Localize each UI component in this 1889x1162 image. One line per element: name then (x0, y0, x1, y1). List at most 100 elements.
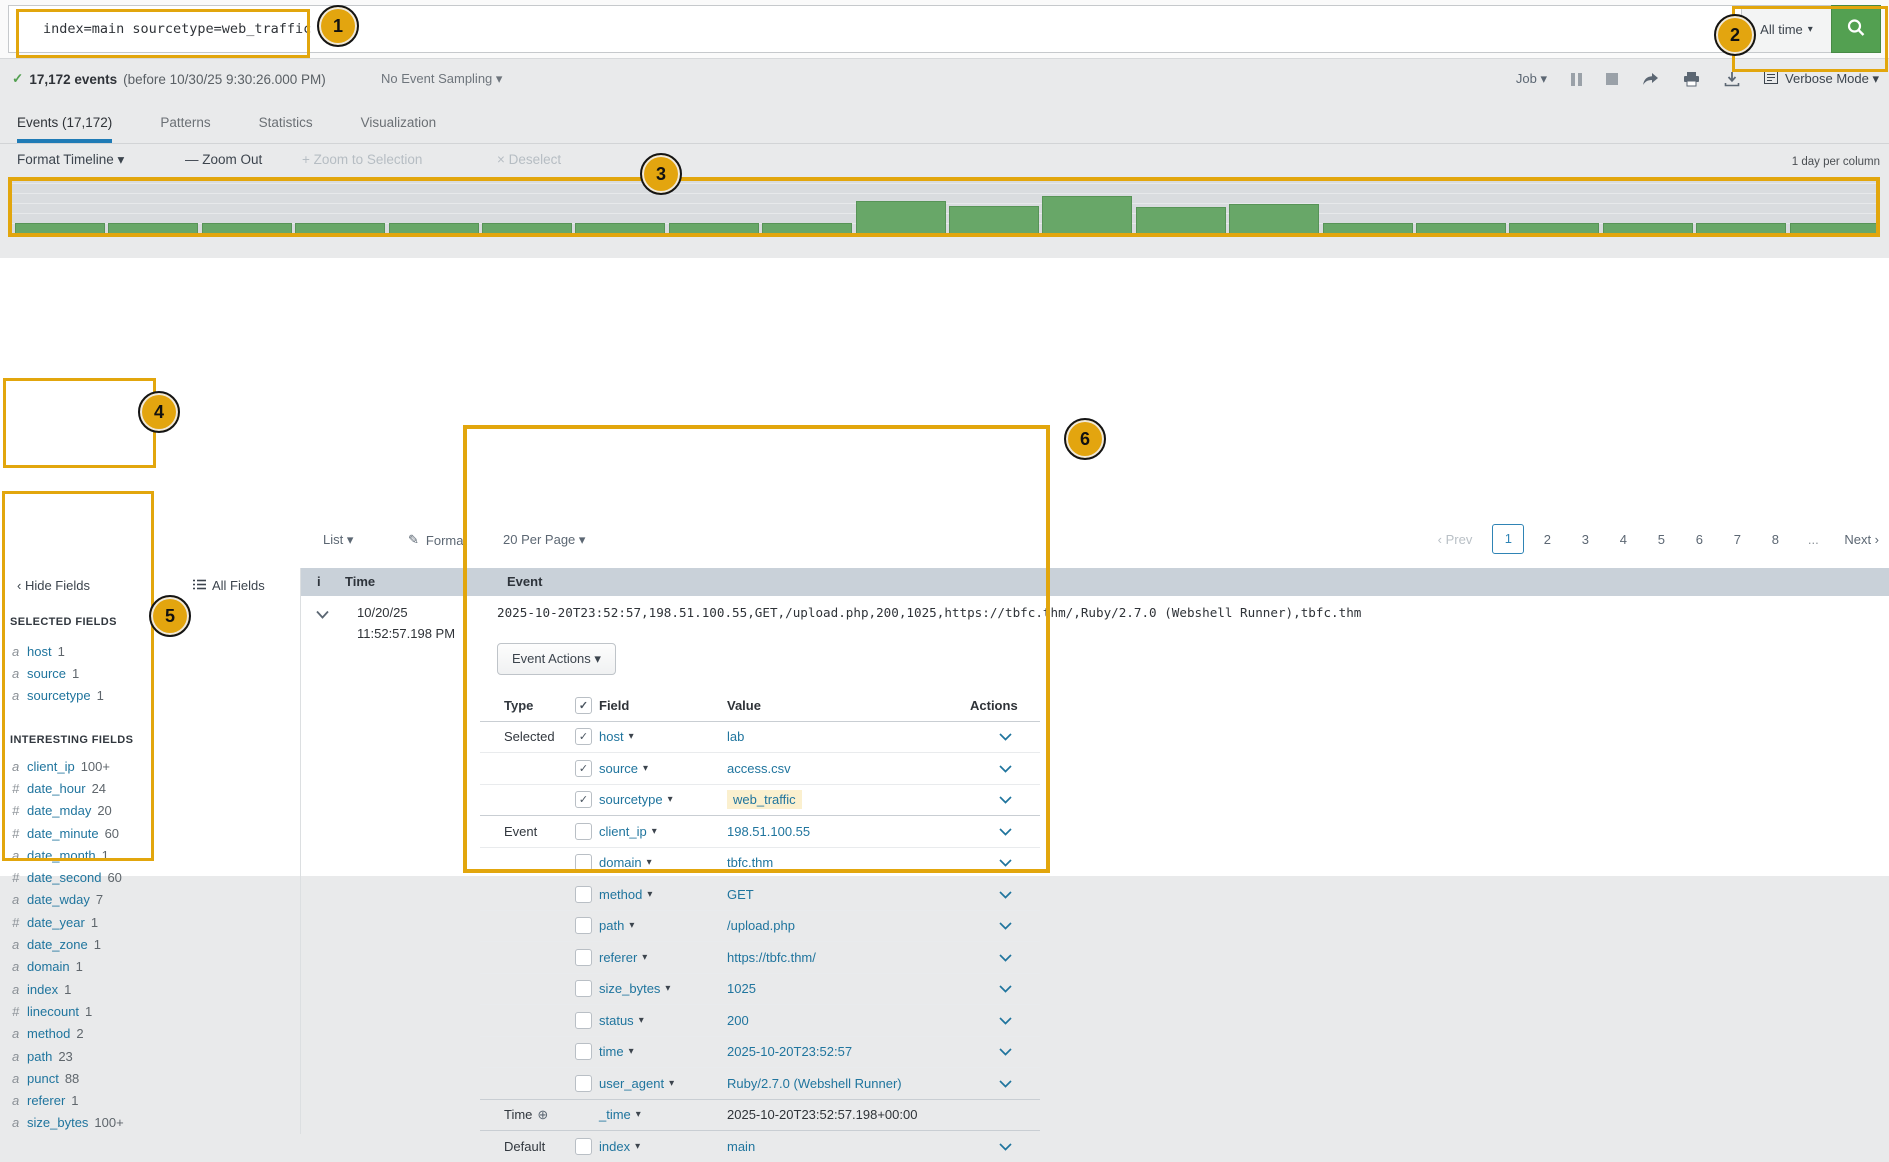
format-button[interactable]: ✎ Format (408, 532, 467, 548)
field-actions-host[interactable] (970, 729, 1040, 744)
timeline-bar-16[interactable] (1416, 223, 1506, 233)
field-link-path[interactable]: path (27, 1049, 52, 1064)
time-range-picker[interactable]: All time ▾ (1741, 5, 1832, 53)
actions-chevron-icon[interactable] (999, 792, 1012, 807)
timeline-bar-15[interactable] (1323, 223, 1413, 233)
field-actions-client_ip[interactable] (970, 824, 1040, 839)
deselect-button[interactable]: × Deselect (497, 145, 561, 175)
field-link-punct[interactable]: punct (27, 1071, 59, 1086)
timeline-bar-10[interactable] (856, 201, 946, 233)
checkbox-size_bytes[interactable] (575, 980, 592, 997)
field-value-size_bytes[interactable]: 1025 (727, 981, 970, 996)
checkbox-index[interactable] (575, 1138, 592, 1155)
field-value-host[interactable]: lab (727, 729, 970, 744)
timeline-histogram[interactable] (12, 181, 1876, 233)
field-link-date_mday[interactable]: date_mday (27, 803, 91, 818)
field-name-domain[interactable]: domain▾ (599, 855, 727, 870)
field-link-date_hour[interactable]: date_hour (27, 781, 86, 796)
field-name-user_agent[interactable]: user_agent▾ (599, 1076, 727, 1091)
actions-chevron-icon[interactable] (999, 1013, 1012, 1028)
timeline-bar-14[interactable] (1229, 204, 1319, 233)
field-link-sourcetype[interactable]: sourcetype (27, 688, 91, 703)
list-view-dropdown[interactable]: List ▾ (323, 532, 353, 548)
actions-chevron-icon[interactable] (999, 887, 1012, 902)
timeline-bar-6[interactable] (482, 223, 572, 233)
field-name-referer[interactable]: referer▾ (599, 950, 727, 965)
page-7-button[interactable]: 7 (1718, 532, 1756, 547)
field-link-host[interactable]: host (27, 644, 52, 659)
field-name-status[interactable]: status▾ (599, 1013, 727, 1028)
field-name-method[interactable]: method▾ (599, 887, 727, 902)
field-name-size_bytes[interactable]: size_bytes▾ (599, 981, 727, 996)
timeline-bar-18[interactable] (1603, 223, 1693, 233)
tab-visualization[interactable]: Visualization (361, 100, 437, 144)
field-name-host[interactable]: host▾ (599, 729, 727, 744)
field-link-client_ip[interactable]: client_ip (27, 759, 75, 774)
share-icon[interactable] (1642, 72, 1659, 87)
checkbox-time[interactable] (575, 1043, 592, 1060)
all-fields-link[interactable]: All Fields (193, 576, 265, 594)
verbose-mode-dropdown[interactable]: Verbose Mode ▾ (1764, 71, 1879, 87)
timeline-bar-8[interactable] (669, 223, 759, 233)
field-value-time[interactable]: 2025-10-20T23:52:57 (727, 1044, 970, 1059)
download-icon[interactable] (1724, 71, 1740, 87)
per-page-dropdown[interactable]: 20 Per Page ▾ (503, 532, 585, 548)
field-link-linecount[interactable]: linecount (27, 1004, 79, 1019)
time-plus-icon[interactable]: ⊕ (537, 1107, 548, 1123)
zoom-to-selection-button[interactable]: + Zoom to Selection (302, 145, 422, 175)
timeline-bar-17[interactable] (1509, 223, 1599, 233)
timeline-bar-12[interactable] (1042, 196, 1132, 233)
checkbox-domain[interactable] (575, 854, 592, 871)
tab-patterns[interactable]: Patterns (160, 100, 210, 144)
checkbox-host[interactable]: ✓ (575, 728, 592, 745)
field-value-method[interactable]: GET (727, 887, 970, 902)
field-link-date_zone[interactable]: date_zone (27, 937, 88, 952)
field-value-source[interactable]: access.csv (727, 761, 970, 776)
search-input[interactable]: index=main sourcetype=web_traffic (8, 5, 1742, 53)
search-button[interactable] (1831, 5, 1881, 53)
field-value-client_ip[interactable]: 198.51.100.55 (727, 824, 970, 839)
field-value-index[interactable]: main (727, 1139, 970, 1154)
page-8-button[interactable]: 8 (1756, 532, 1794, 547)
pause-icon[interactable] (1571, 73, 1582, 86)
field-value-sourcetype[interactable]: web_traffic (727, 792, 970, 807)
page-3-button[interactable]: 3 (1566, 532, 1604, 547)
field-actions-index[interactable] (970, 1139, 1040, 1154)
timeline-bar-5[interactable] (389, 223, 479, 233)
field-link-domain[interactable]: domain (27, 959, 70, 974)
field-actions-source[interactable] (970, 761, 1040, 776)
field-actions-status[interactable] (970, 1013, 1040, 1028)
page-2-button[interactable]: 2 (1528, 532, 1566, 547)
stop-icon[interactable] (1606, 73, 1618, 85)
checkbox-sourcetype[interactable]: ✓ (575, 791, 592, 808)
checkbox-referer[interactable] (575, 949, 592, 966)
timeline-bar-20[interactable] (1790, 223, 1876, 233)
prev-page-button[interactable]: ‹ Prev (1438, 532, 1473, 547)
field-actions-time[interactable] (970, 1044, 1040, 1059)
timeline-bar-7[interactable] (575, 223, 665, 233)
field-name-index[interactable]: index▾ (599, 1139, 727, 1154)
field-link-date_year[interactable]: date_year (27, 915, 85, 930)
timeline-bar-13[interactable] (1136, 207, 1226, 233)
field-link-referer[interactable]: referer (27, 1093, 65, 1108)
field-actions-method[interactable] (970, 887, 1040, 902)
field-actions-referer[interactable] (970, 950, 1040, 965)
field-actions-path[interactable] (970, 918, 1040, 933)
event-sampling-dropdown[interactable]: No Event Sampling ▾ (381, 58, 502, 100)
actions-chevron-icon[interactable] (999, 1139, 1012, 1154)
next-page-button[interactable]: Next › (1844, 532, 1879, 547)
tab-events[interactable]: Events (17,172) (17, 100, 112, 144)
field-value-path[interactable]: /upload.php (727, 918, 970, 933)
job-dropdown[interactable]: Job ▾ (1516, 71, 1547, 87)
event-raw-text[interactable]: 2025-10-20T23:52:57,198.51.100.55,GET,/u… (497, 605, 1417, 620)
page-1-current[interactable]: 1 (1492, 524, 1524, 554)
print-icon[interactable] (1683, 71, 1700, 87)
select-all-checkbox[interactable]: ✓ (575, 697, 592, 714)
field-name-client_ip[interactable]: client_ip▾ (599, 824, 727, 839)
zoom-out-button[interactable]: — Zoom Out (185, 145, 262, 175)
actions-chevron-icon[interactable] (999, 855, 1012, 870)
actions-chevron-icon[interactable] (999, 981, 1012, 996)
hide-fields-link[interactable]: ‹ Hide Fields (17, 576, 90, 594)
field-name-_time[interactable]: _time▾ (599, 1107, 727, 1122)
field-link-date_month[interactable]: date_month (27, 848, 96, 863)
